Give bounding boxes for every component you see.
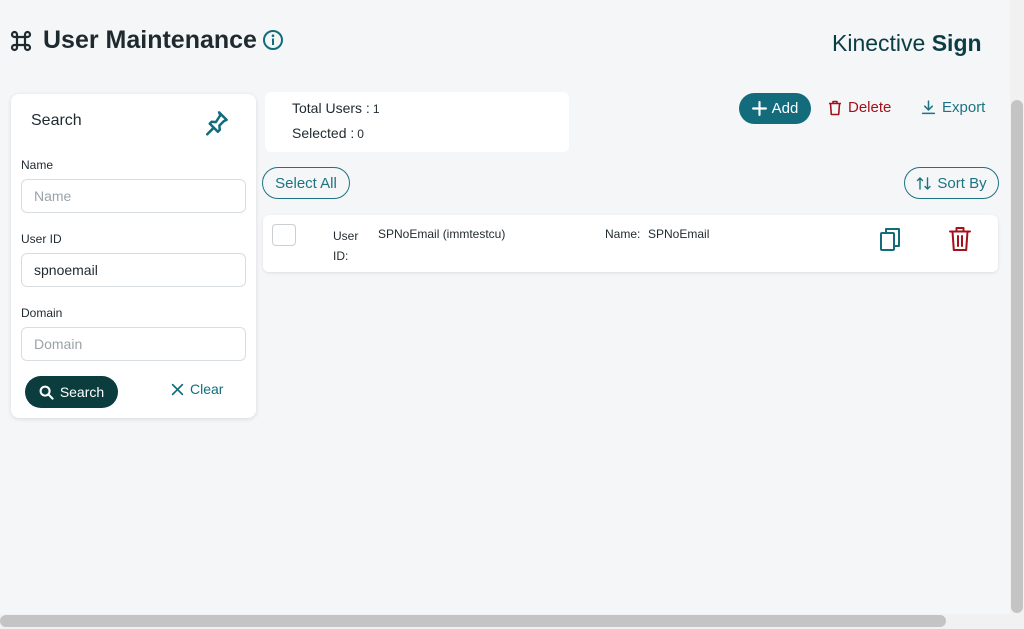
vertical-scrollbar-thumb[interactable]: [1011, 100, 1023, 613]
selected-users-label: Selected :: [292, 125, 355, 141]
user-id-value: SPNoEmail (immtestcu): [378, 227, 506, 241]
search-panel: Search Name User ID Domain Search Clear: [11, 94, 256, 418]
sort-icon: [917, 176, 932, 190]
total-users-count: 1: [372, 102, 380, 116]
row-checkbox[interactable]: [272, 224, 296, 246]
name-field-label: Name:: [605, 227, 641, 241]
name-label: Name: [21, 158, 54, 172]
download-icon: [921, 100, 936, 115]
copy-icon[interactable]: [878, 226, 902, 252]
delete-button-label: Delete: [848, 99, 892, 116]
horizontal-scrollbar-thumb[interactable]: [0, 615, 946, 627]
name-input[interactable]: [21, 179, 246, 213]
total-users-label: Total Users :: [292, 100, 370, 116]
pin-icon[interactable]: [201, 108, 231, 138]
export-button-label: Export: [942, 99, 986, 116]
name-value: SPNoEmail: [648, 227, 710, 241]
user-row[interactable]: User ID: SPNoEmail (immtestcu) Name: SPN…: [263, 215, 998, 272]
search-button-label: Search: [59, 384, 105, 400]
domain-input[interactable]: [21, 327, 246, 361]
select-all-button[interactable]: Select All: [262, 167, 350, 199]
plus-icon: [751, 101, 767, 116]
add-button-label: Add: [771, 100, 799, 117]
sort-by-button[interactable]: Sort By: [904, 167, 999, 199]
page-title: User Maintenance: [43, 26, 257, 54]
user-summary: Total Users :1 Selected :0: [265, 92, 569, 152]
add-button[interactable]: Add: [739, 93, 811, 124]
user-id-field-label: User ID:: [333, 229, 359, 263]
info-icon[interactable]: [262, 29, 284, 51]
user-id-input[interactable]: [21, 253, 246, 287]
trash-icon: [829, 100, 841, 115]
delete-button[interactable]: Delete: [828, 99, 891, 116]
export-button[interactable]: Export: [921, 99, 985, 116]
close-icon: [171, 383, 184, 395]
domain-label: Domain: [21, 306, 63, 320]
brand-light-text: Kinective: [832, 30, 932, 56]
total-users: Total Users :1: [292, 100, 380, 116]
clear-button-label: Clear: [190, 381, 224, 397]
user-id-label: User ID: [21, 232, 62, 246]
search-panel-title: Search: [31, 112, 82, 129]
page-header: User Maintenance Kinective Sign: [0, 0, 1010, 80]
selected-users: Selected :0: [292, 125, 364, 141]
brand-logo: Kinective Sign: [832, 30, 982, 57]
sort-by-label: Sort By: [937, 174, 987, 192]
search-button[interactable]: Search: [25, 376, 118, 408]
clear-button[interactable]: Clear: [171, 381, 223, 397]
brand-bold-text: Sign: [931, 30, 982, 56]
search-icon: [39, 385, 54, 400]
command-icon: [10, 30, 32, 52]
delete-row-icon[interactable]: [948, 226, 972, 252]
selected-users-count: 0: [357, 127, 364, 141]
